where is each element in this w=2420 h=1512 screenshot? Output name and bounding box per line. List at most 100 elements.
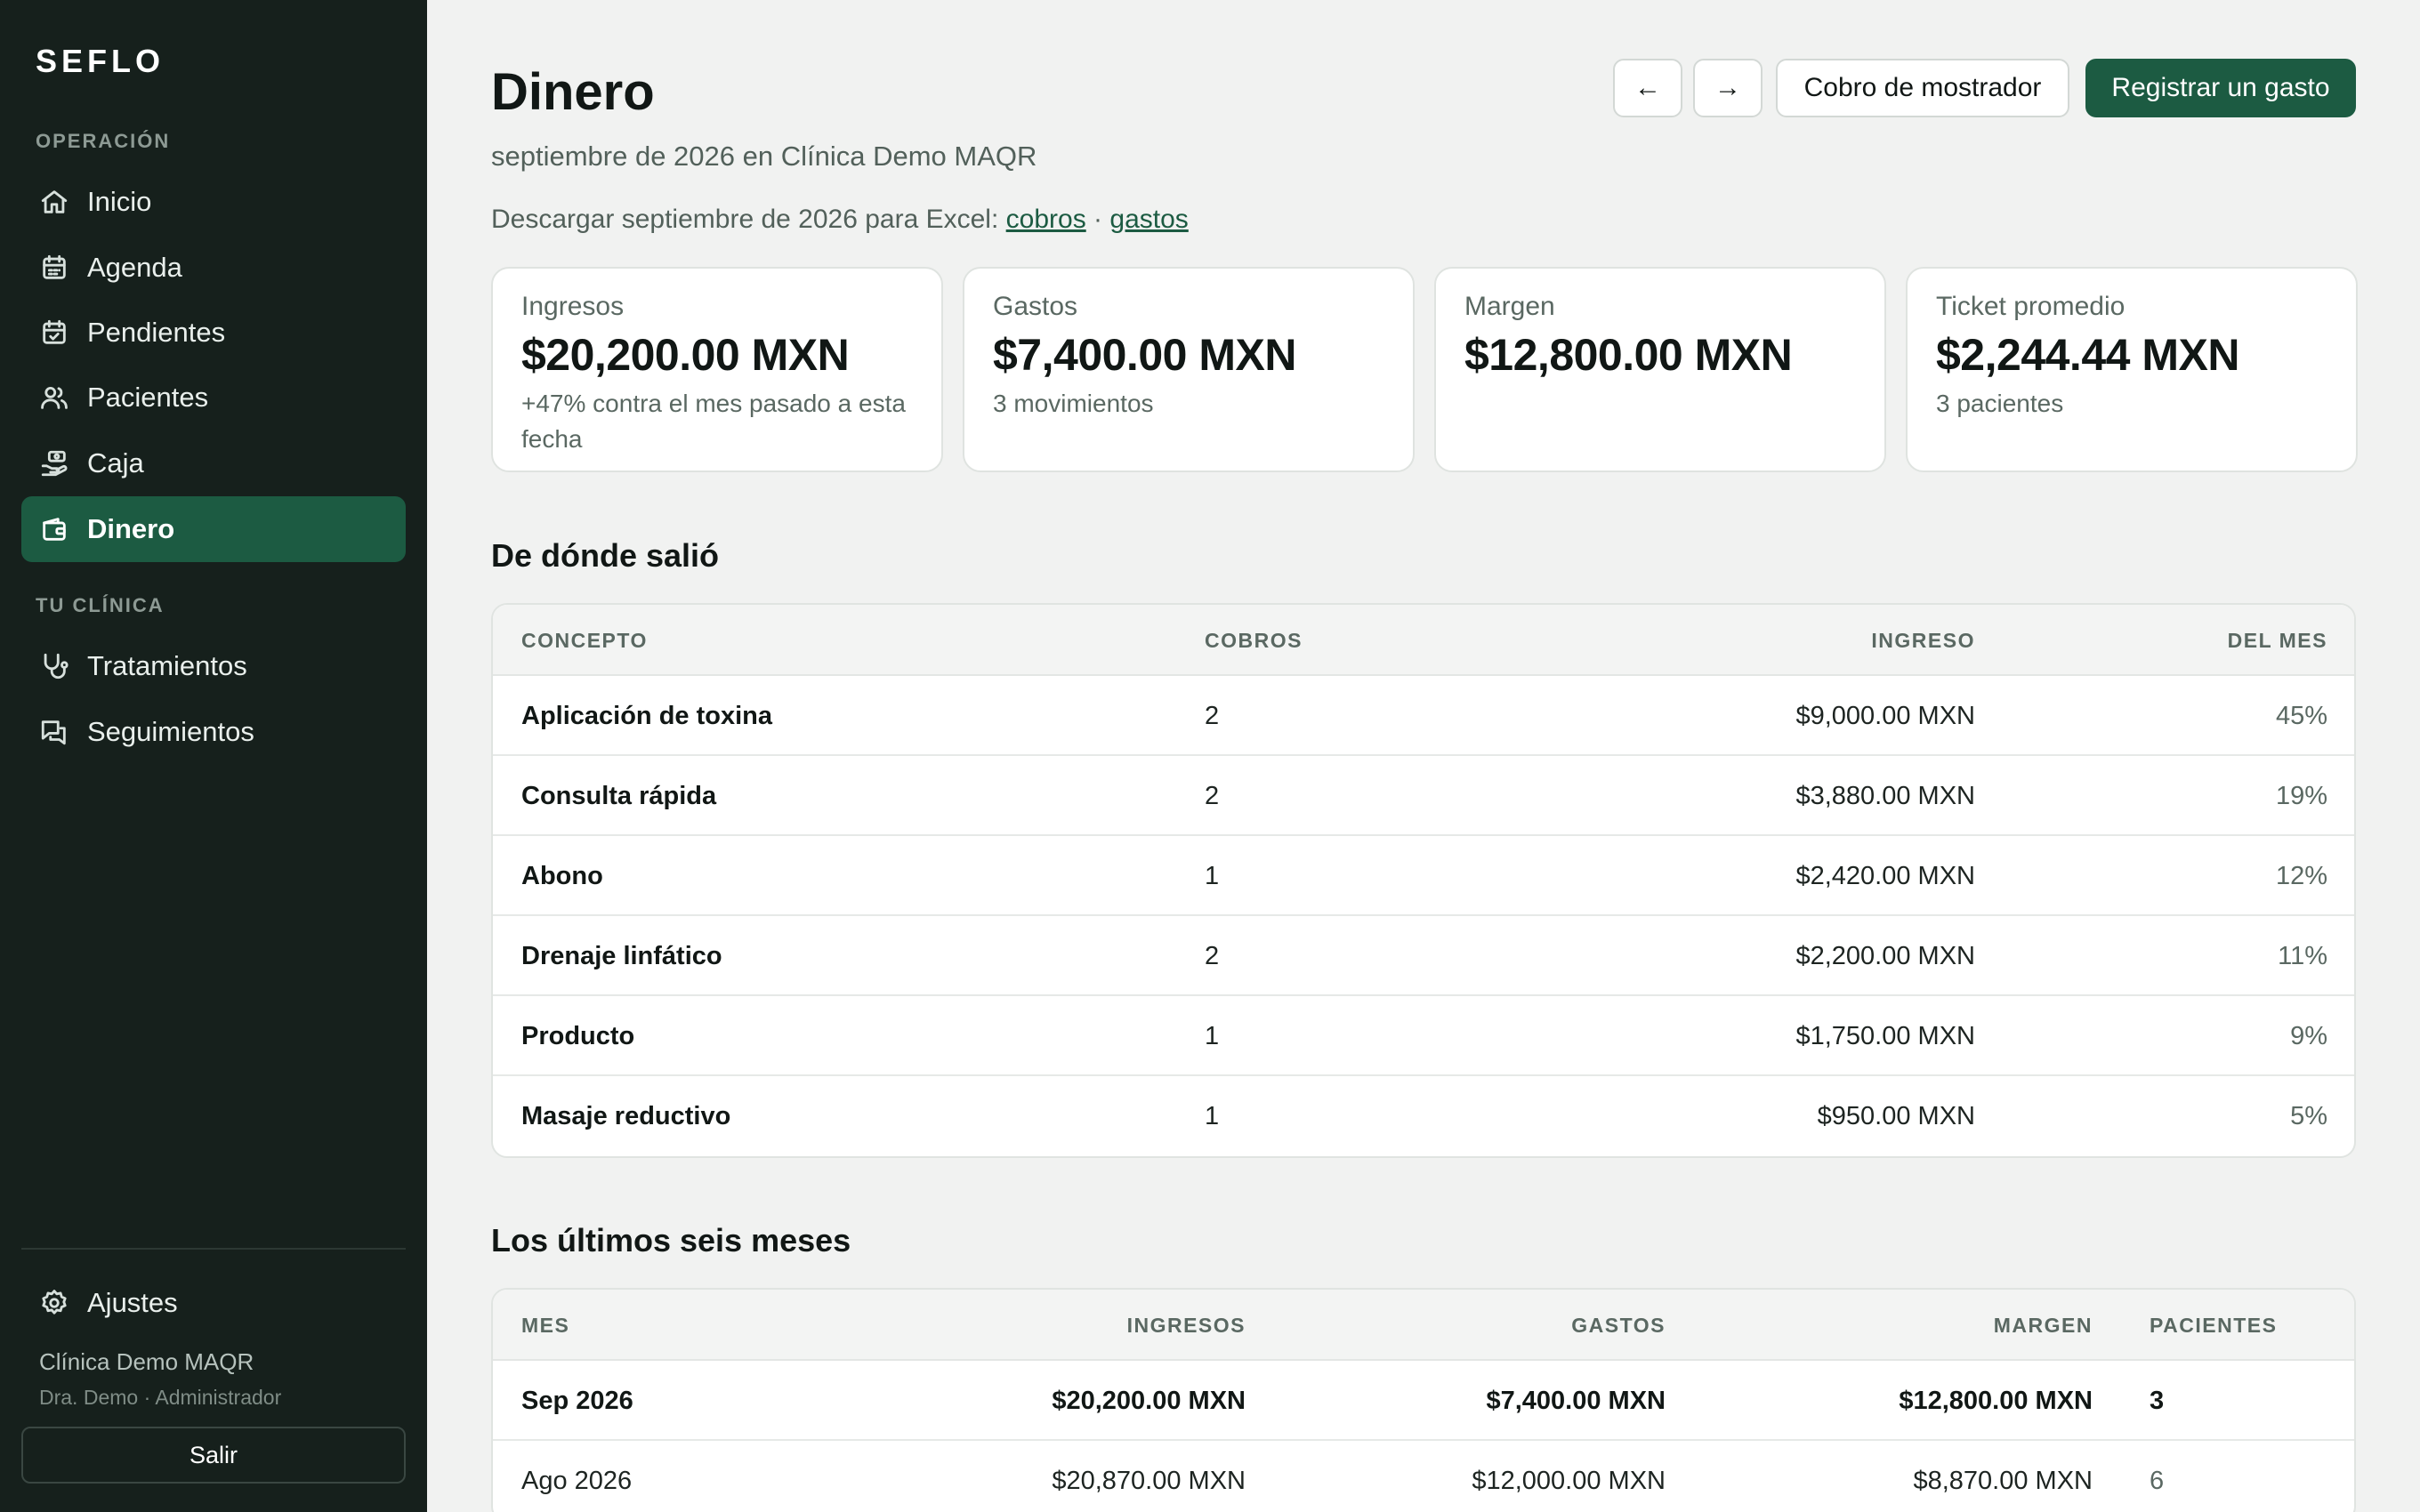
sidebar-item-tratamientos[interactable]: Tratamientos: [21, 633, 406, 699]
calendar-check-icon: [39, 318, 69, 348]
kpi-label: Margen: [1464, 292, 1555, 321]
income-cell: $950.00 MXN: [1817, 1101, 1975, 1130]
sidebar-item-label: Dinero: [87, 513, 175, 544]
next-month-button[interactable]: →: [1693, 59, 1763, 117]
kpi-label: Ingresos: [521, 292, 625, 321]
concept-cell: Aplicación de toxina: [521, 701, 772, 730]
charges-cell: 1: [1205, 1021, 1220, 1050]
kpi-card-income: Ingresos $20,200.00 MXN +47% contra el m…: [491, 267, 943, 472]
share-cell: 12%: [2275, 861, 2327, 890]
column-header-charges: COBROS: [1205, 628, 1303, 652]
month-cell: Ago 2026: [521, 1466, 633, 1495]
table-row[interactable]: Producto 1 $1,750.00 MXN 9%: [493, 996, 2354, 1076]
column-header-income: INGRESOS: [1126, 1313, 1246, 1337]
sidebar-item-inicio[interactable]: Inicio: [21, 169, 406, 235]
page-subtitle: septiembre de 2026 en Clínica Demo MAQR: [491, 141, 1037, 172]
income-cell: $20,200.00 MXN: [1052, 1386, 1246, 1415]
cash-hand-icon: [39, 448, 69, 479]
column-header-patients: PACIENTES: [2150, 1313, 2278, 1337]
table-row[interactable]: Masaje reductivo 1 $950.00 MXN 5%: [493, 1076, 2354, 1156]
kpi-value: $2,244.44 MXN: [1936, 330, 2239, 380]
income-cell: $1,750.00 MXN: [1795, 1021, 1975, 1050]
prev-month-button[interactable]: ←: [1613, 59, 1682, 117]
sidebar-item-dinero[interactable]: Dinero: [21, 496, 406, 562]
kpi-label: Ticket promedio: [1936, 292, 2126, 321]
share-cell: 9%: [2290, 1021, 2327, 1050]
table-row[interactable]: Drenaje linfático 2 $2,200.00 MXN 11%: [493, 916, 2354, 996]
kpi-card-margin: Margen $12,800.00 MXN: [1434, 267, 1886, 472]
gear-icon: [39, 1288, 69, 1318]
kpi-card-average-ticket: Ticket promedio $2,244.44 MXN 3 paciente…: [1906, 267, 2358, 472]
kpi-card-expenses: Gastos $7,400.00 MXN 3 movimientos: [963, 267, 1415, 472]
concept-cell: Drenaje linfático: [521, 941, 722, 970]
sidebar-item-label: Pendientes: [87, 317, 226, 348]
expenses-cell: $7,400.00 MXN: [1486, 1386, 1666, 1415]
charges-cell: 2: [1205, 781, 1220, 810]
margin-cell: $8,870.00 MXN: [1913, 1466, 2093, 1495]
table-row[interactable]: Ago 2026 $20,870.00 MXN $12,000.00 MXN $8,8…: [493, 1441, 2354, 1512]
sidebar-item-caja[interactable]: Caja: [21, 430, 406, 496]
kpi-value: $20,200.00 MXN: [521, 330, 850, 380]
charges-cell: 2: [1205, 701, 1220, 730]
export-charges-link[interactable]: cobros: [1006, 205, 1086, 234]
wallet-icon: [39, 514, 69, 544]
export-line: Descargar septiembre de 2026 para Excel:…: [491, 205, 1189, 235]
home-icon: [39, 187, 69, 217]
income-cell: $20,870.00 MXN: [1052, 1466, 1246, 1495]
sidebar-item-pendientes[interactable]: Pendientes: [21, 300, 406, 366]
column-header-share: DEL MES: [2227, 628, 2327, 652]
table-row[interactable]: Sep 2026 $20,200.00 MXN $7,400.00 MXN $12,8…: [493, 1361, 2354, 1441]
logout-button[interactable]: Salir: [21, 1427, 406, 1484]
user-role: Dra. Demo · Administrador: [39, 1386, 282, 1409]
income-cell: $3,880.00 MXN: [1795, 781, 1975, 810]
counter-charge-button[interactable]: Cobro de mostrador: [1776, 59, 2069, 117]
sidebar-item-ajustes[interactable]: Ajustes: [21, 1270, 406, 1336]
kpi-note: 3 movimientos: [993, 390, 1154, 417]
income-cell: $2,420.00 MXN: [1795, 861, 1975, 890]
sidebar-item-label: Caja: [87, 447, 144, 479]
users-icon: [39, 382, 69, 413]
patients-cell: 6: [2150, 1466, 2165, 1495]
page-title: Dinero: [491, 63, 655, 121]
concept-cell: Abono: [521, 861, 603, 890]
margin-cell: $12,800.00 MXN: [1899, 1386, 2093, 1415]
column-header-month: MES: [521, 1313, 570, 1337]
sidebar-item-pacientes[interactable]: Pacientes: [21, 365, 406, 430]
share-cell: 45%: [2275, 701, 2327, 730]
brand-logo[interactable]: SEFLO: [36, 43, 165, 80]
export-separator: ·: [1093, 205, 1103, 234]
table-header: MES INGRESOS GASTOS MARGEN PACIENTES: [493, 1290, 2354, 1361]
share-cell: 19%: [2275, 781, 2327, 810]
stethoscope-icon: [39, 651, 69, 681]
income-cell: $2,200.00 MXN: [1795, 941, 1975, 970]
sources-section-title: De dónde salió: [491, 537, 720, 574]
expenses-cell: $12,000.00 MXN: [1472, 1466, 1666, 1495]
sources-table: CONCEPTO COBROS INGRESO DEL MES Aplicaci…: [491, 603, 2356, 1158]
register-expense-button[interactable]: Registrar un gasto: [2085, 59, 2356, 117]
charges-cell: 2: [1205, 941, 1220, 970]
nav-section-clinic: TU CLÍNICA: [36, 594, 165, 616]
table-row[interactable]: Abono 1 $2,420.00 MXN 12%: [493, 836, 2354, 916]
export-prefix: Descargar septiembre de 2026 para Excel:: [491, 205, 999, 234]
sidebar-item-label: Ajustes: [87, 1287, 178, 1318]
table-row[interactable]: Consulta rápida 2 $3,880.00 MXN 19%: [493, 756, 2354, 836]
column-header-margin: MARGEN: [1993, 1313, 2093, 1337]
sidebar-divider: [21, 1248, 406, 1250]
concept-cell: Producto: [521, 1021, 635, 1050]
sources-table-body: Aplicación de toxina 2 $9,000.00 MXN 45% Con…: [493, 676, 2354, 1156]
calendar-icon: [39, 253, 69, 283]
nav-section-operation: OPERACIÓN: [36, 130, 171, 152]
kpi-note: 3 pacientes: [1936, 390, 2064, 417]
table-row[interactable]: Aplicación de toxina 2 $9,000.00 MXN 45%: [493, 676, 2354, 756]
months-table: MES INGRESOS GASTOS MARGEN PACIENTES Sep…: [491, 1288, 2356, 1512]
sidebar-item-seguimientos[interactable]: Seguimientos: [21, 699, 406, 765]
column-header-concept: CONCEPTO: [521, 628, 648, 652]
sidebar-item-agenda[interactable]: Agenda: [21, 235, 406, 301]
export-expenses-link[interactable]: gastos: [1109, 205, 1188, 234]
kpi-value: $7,400.00 MXN: [993, 330, 1296, 380]
clinic-name: Clínica Demo MAQR: [39, 1348, 254, 1375]
charges-cell: 1: [1205, 1101, 1220, 1130]
sidebar: SEFLO OPERACIÓN Inicio Agenda Pendientes…: [0, 0, 427, 1512]
concept-cell: Consulta rápida: [521, 781, 717, 810]
column-header-expenses: GASTOS: [1571, 1313, 1666, 1337]
